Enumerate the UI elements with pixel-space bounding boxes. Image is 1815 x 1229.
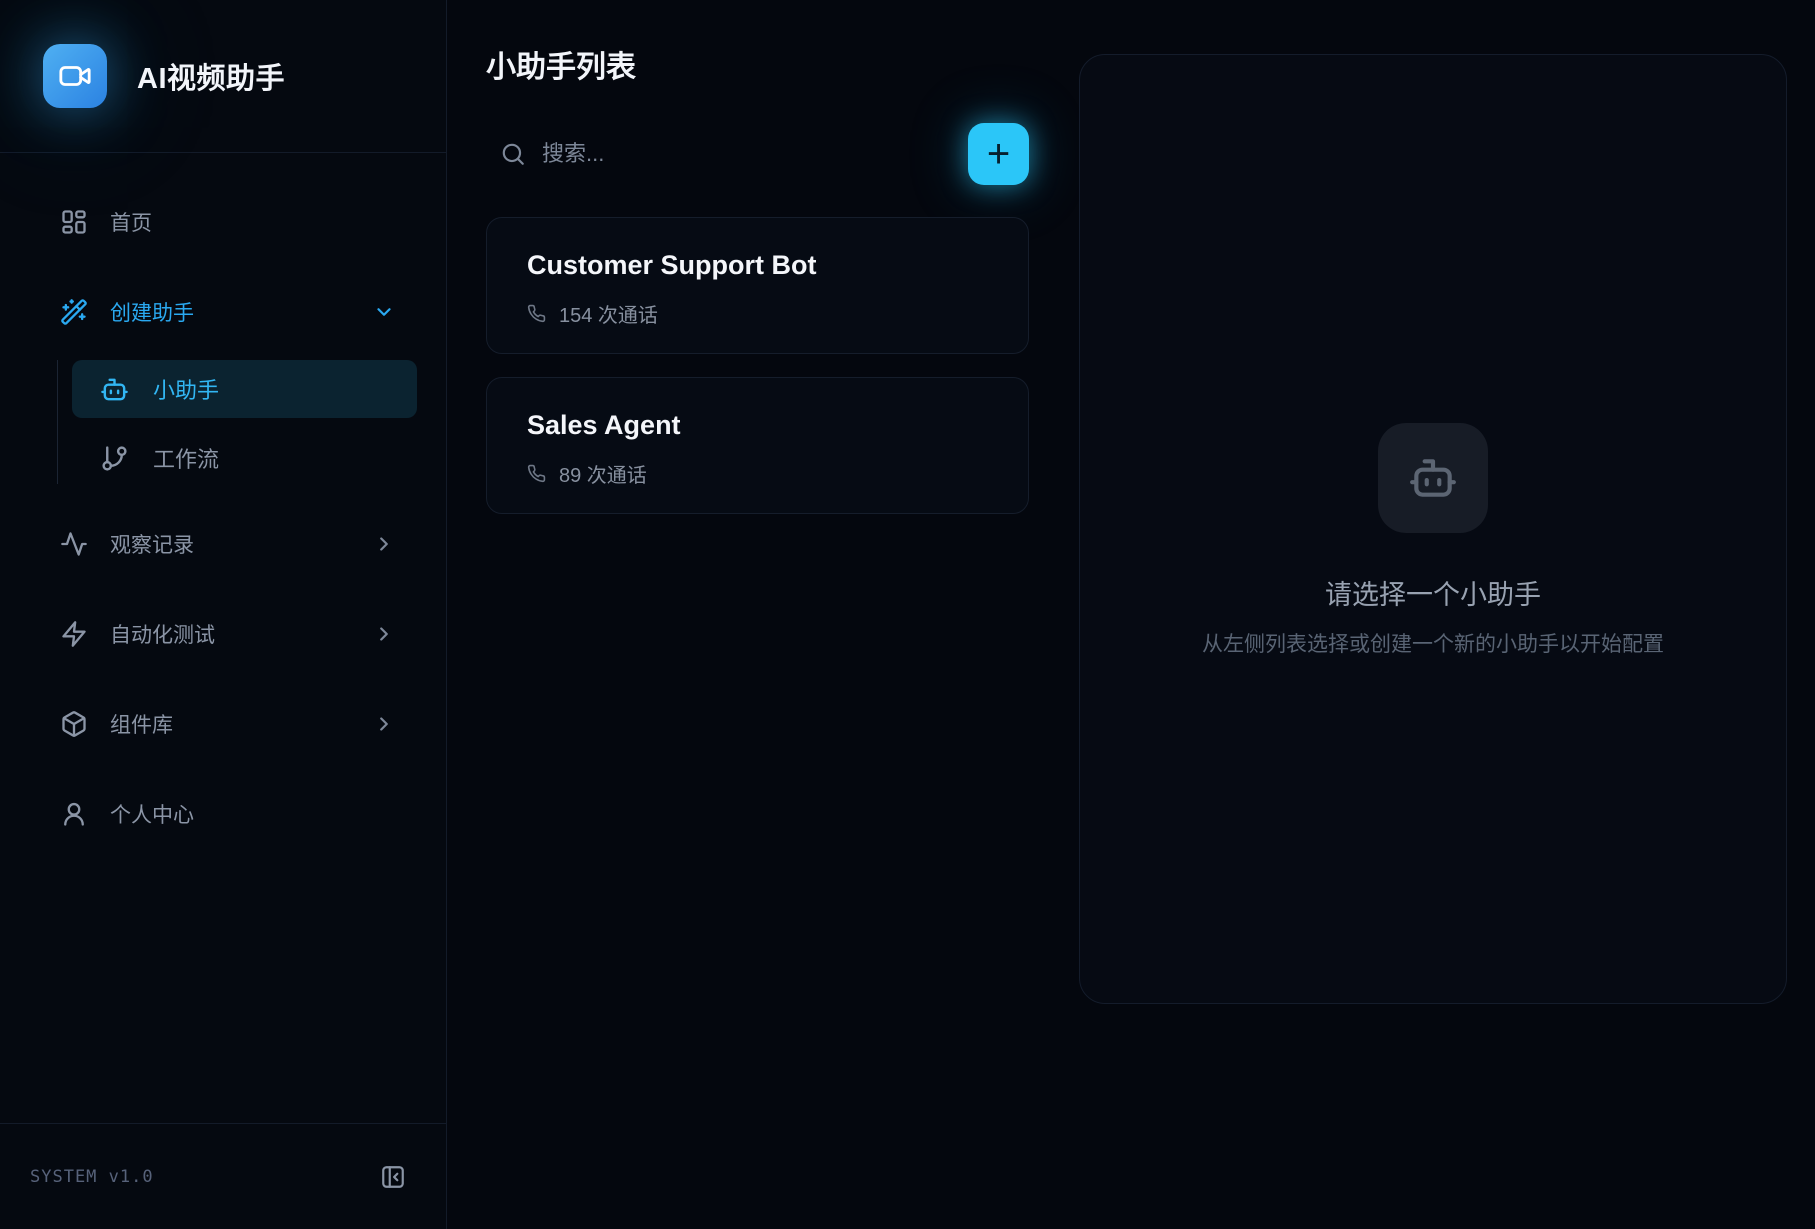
bot-icon — [100, 375, 129, 404]
chevron-right-icon — [373, 713, 395, 735]
sidebar-item-label: 个人中心 — [110, 799, 413, 829]
dashboard-icon — [60, 208, 88, 236]
empty-state-tile — [1378, 423, 1488, 533]
sidebar-item-label: 观察记录 — [110, 529, 351, 559]
video-camera-icon — [58, 59, 92, 93]
assistant-calls-label: 89 次通话 — [559, 459, 647, 488]
sidebar-item-profile[interactable]: 个人中心 — [30, 788, 417, 840]
sidebar-item-component-library[interactable]: 组件库 — [30, 698, 417, 750]
app-logo — [43, 44, 107, 108]
git-branch-icon — [100, 444, 129, 473]
sidebar-item-label: 小助手 — [153, 373, 219, 405]
phone-icon — [527, 304, 546, 323]
sidebar-item-label: 工作流 — [153, 442, 219, 474]
assistant-detail-panel: 请选择一个小助手 从左侧列表选择或创建一个新的小助手以开始配置 — [1079, 54, 1787, 1004]
add-assistant-button[interactable]: + — [968, 123, 1029, 185]
search-row: + — [486, 122, 1029, 185]
page-title: 小助手列表 — [486, 42, 1029, 86]
chevron-right-icon — [373, 623, 395, 645]
sidebar-item-label: 自动化测试 — [110, 619, 351, 649]
sidebar-item-automation-test[interactable]: 自动化测试 — [30, 608, 417, 660]
search-box — [486, 141, 968, 167]
panel-left-close-icon — [380, 1164, 406, 1190]
wand-sparkles-icon — [60, 298, 88, 326]
sidebar-item-observation[interactable]: 观察记录 — [30, 518, 417, 570]
assistant-calls: 154 次通话 — [527, 299, 998, 328]
app-title: AI视频助手 — [137, 55, 285, 97]
sidebar: AI视频助手 首页 创建助手 — [0, 0, 447, 1229]
box-icon — [60, 710, 88, 738]
search-input[interactable] — [542, 141, 872, 167]
system-version: SYSTEM v1.0 — [30, 1167, 154, 1187]
assistant-name: Customer Support Bot — [527, 250, 998, 281]
sidebar-item-label: 组件库 — [110, 709, 351, 739]
sidebar-item-workflow[interactable]: 工作流 — [72, 432, 417, 484]
main-area: 小助手列表 + Customer Support Bot — [447, 0, 1815, 1229]
sidebar-footer: SYSTEM v1.0 — [0, 1123, 446, 1229]
assistant-list-panel: 小助手列表 + Customer Support Bot — [447, 0, 1079, 1229]
create-assistant-submenu: 小助手 工作流 — [57, 360, 417, 484]
sidebar-item-home[interactable]: 首页 — [30, 196, 417, 248]
chevron-right-icon — [373, 533, 395, 555]
empty-state-subtitle: 从左侧列表选择或创建一个新的小助手以开始配置 — [1202, 628, 1664, 658]
phone-icon — [527, 464, 546, 483]
collapse-sidebar-button[interactable] — [380, 1164, 406, 1190]
empty-state-title: 请选择一个小助手 — [1325, 573, 1541, 612]
sidebar-item-label: 首页 — [110, 207, 413, 237]
sidebar-item-assistants[interactable]: 小助手 — [72, 360, 417, 418]
assistant-card[interactable]: Customer Support Bot 154 次通话 — [486, 217, 1029, 354]
user-icon — [60, 800, 88, 828]
assistant-name: Sales Agent — [527, 410, 998, 441]
empty-state: 请选择一个小助手 从左侧列表选择或创建一个新的小助手以开始配置 — [1202, 423, 1664, 658]
sidebar-item-create-assistant[interactable]: 创建助手 — [30, 286, 417, 338]
assistant-calls: 89 次通话 — [527, 459, 998, 488]
assistant-calls-label: 154 次通话 — [559, 299, 658, 328]
zap-icon — [60, 620, 88, 648]
sidebar-nav: 首页 创建助手 小助手 — [0, 153, 446, 1123]
sidebar-header: AI视频助手 — [0, 0, 446, 153]
activity-icon — [60, 530, 88, 558]
bot-icon — [1408, 453, 1458, 503]
sidebar-item-label: 创建助手 — [110, 297, 351, 327]
chevron-down-icon — [373, 301, 395, 323]
assistant-card[interactable]: Sales Agent 89 次通话 — [486, 377, 1029, 514]
assistant-cards: Customer Support Bot 154 次通话 Sales Agent — [486, 217, 1029, 514]
search-icon — [500, 141, 526, 167]
